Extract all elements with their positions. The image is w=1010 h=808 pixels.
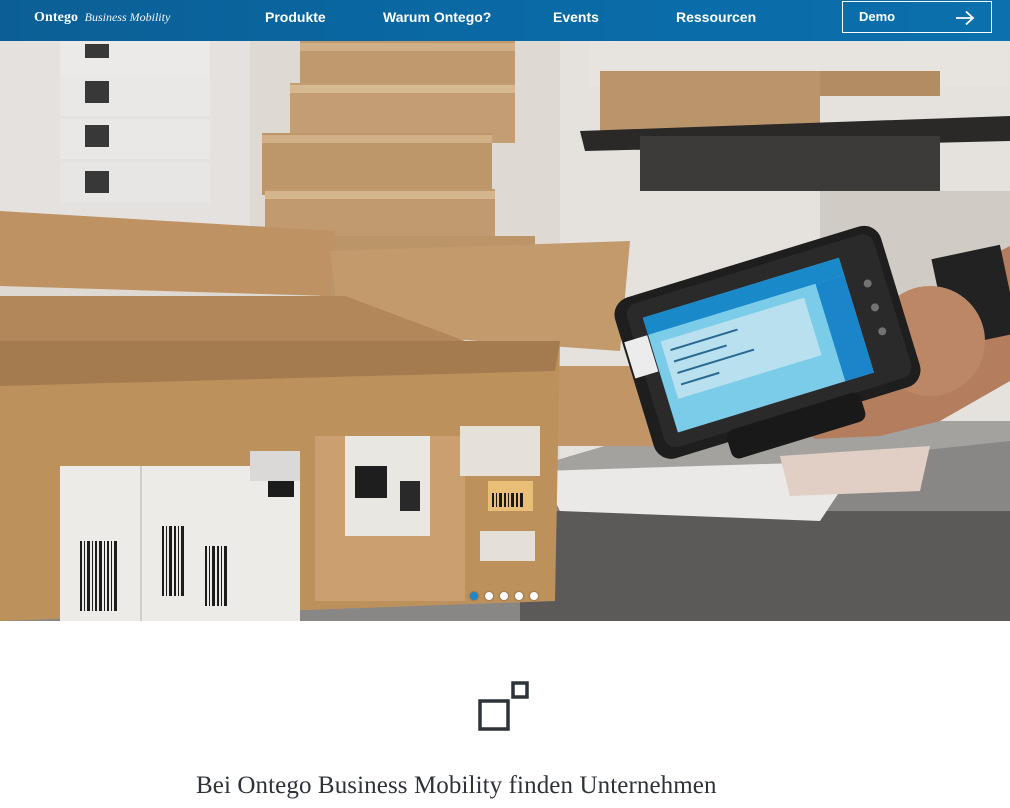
top-navigation-bar: Ontego Business Mobility Produkte Warum … — [0, 0, 1010, 41]
demo-button-label: Demo — [859, 9, 896, 24]
carousel-dot-3[interactable] — [500, 592, 508, 600]
nav-item-warum-ontego[interactable]: Warum Ontego? — [383, 9, 491, 29]
intro-heading: Bei Ontego Business Mobility finden Unte… — [196, 772, 717, 799]
logo-subtitle: Business Mobility — [84, 10, 171, 24]
carousel-dot-1[interactable] — [470, 592, 478, 600]
carousel-indicators — [470, 592, 538, 600]
nav-item-ressourcen[interactable]: Ressourcen — [676, 9, 756, 29]
logo-brand: Ontego — [34, 10, 79, 25]
hero-image-warehouse-scanner — [0, 41, 1010, 621]
arrow-right-icon — [956, 10, 975, 26]
hero-carousel[interactable] — [0, 41, 1010, 621]
carousel-dot-4[interactable] — [515, 592, 523, 600]
nav-item-events[interactable]: Events — [553, 9, 599, 29]
nav-item-produkte[interactable]: Produkte — [265, 9, 326, 29]
squares-icon — [478, 681, 529, 731]
demo-button[interactable]: Demo — [842, 1, 992, 33]
carousel-dot-5[interactable] — [530, 592, 538, 600]
carousel-dot-2[interactable] — [485, 592, 493, 600]
ontego-logo[interactable]: Ontego Business Mobility — [34, 8, 170, 28]
